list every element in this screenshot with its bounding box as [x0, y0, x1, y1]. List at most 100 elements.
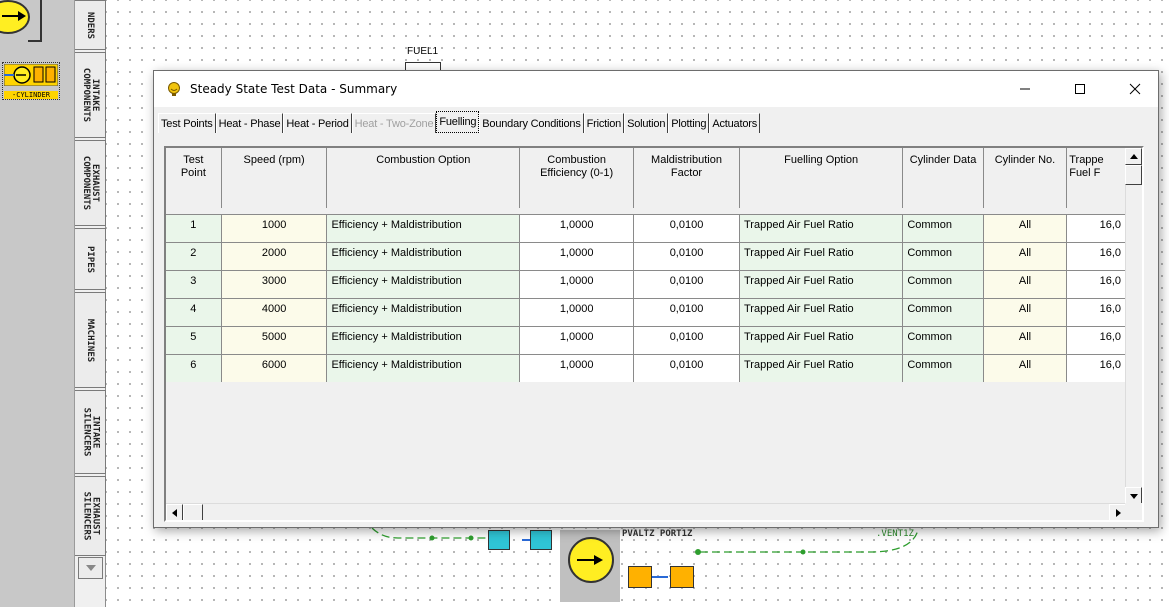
cell-combustion-option[interactable]: Efficiency + Maldistribution	[326, 297, 521, 326]
exhaust-port-component[interactable]	[628, 566, 652, 588]
cell-combustion-efficiency[interactable]: 1,0000	[519, 297, 635, 326]
table-row[interactable]: 5 5000 Efficiency + Maldistribution 1,0000 0…	[166, 325, 1126, 354]
cell-fuelling-option[interactable]: Trapped Air Fuel Ratio	[739, 241, 904, 270]
table-row[interactable]: 3 3000 Efficiency + Maldistribution 1,0000 0…	[166, 269, 1126, 298]
cell-fuelling-option[interactable]: Trapped Air Fuel Ratio	[739, 297, 904, 326]
cell-cylinder-data[interactable]: Common	[902, 353, 984, 382]
table-row[interactable]: 6 6000 Efficiency + Maldistribution 1,0000 0…	[166, 353, 1126, 382]
cell-combustion-option[interactable]: Efficiency + Maldistribution	[326, 325, 521, 354]
tab-heat-period[interactable]: Heat - Period	[283, 113, 352, 133]
close-button[interactable]	[1112, 71, 1158, 107]
col-header-combustion-efficiency[interactable]: Combustion Efficiency (0-1)	[519, 148, 635, 209]
cell-trapped-afr[interactable]: 16,0	[1066, 241, 1126, 270]
scroll-up-button[interactable]	[1125, 148, 1142, 165]
cell-trapped-afr[interactable]: 16,0	[1066, 213, 1126, 242]
scroll-left-button[interactable]	[166, 504, 183, 520]
table-row[interactable]: 2 2000 Efficiency + Maldistribution 1,0000 0…	[166, 241, 1126, 270]
cell-cylinder-no[interactable]: All	[983, 269, 1068, 298]
col-header-combustion-option[interactable]: Combustion Option	[326, 148, 521, 209]
col-header-speed[interactable]: Speed (rpm)	[221, 148, 328, 209]
cell-combustion-efficiency[interactable]: 1,0000	[519, 353, 635, 382]
exhaust-valve-component[interactable]	[670, 566, 694, 588]
triangle-up-icon	[1129, 153, 1138, 159]
cell-fuelling-option[interactable]: Trapped Air Fuel Ratio	[739, 269, 904, 298]
tab-heat-two-zone: Heat - Two-Zone	[351, 113, 437, 133]
cell-speed[interactable]: 1000	[221, 213, 328, 242]
cell-cylinder-data[interactable]: Common	[902, 325, 984, 354]
cell-maldistribution-factor[interactable]: 0,0100	[633, 241, 740, 270]
cell-combustion-option[interactable]: Efficiency + Maldistribution	[326, 213, 521, 242]
minimize-icon	[1020, 88, 1030, 90]
horizontal-scroll-thumb[interactable]	[183, 504, 203, 520]
minimize-button[interactable]	[1002, 71, 1048, 107]
cell-speed[interactable]: 6000	[221, 353, 328, 382]
cell-combustion-option[interactable]: Efficiency + Maldistribution	[326, 353, 521, 382]
maximize-button[interactable]	[1057, 71, 1103, 107]
col-header-test-point[interactable]: Test Point	[166, 148, 222, 209]
cell-speed[interactable]: 2000	[221, 241, 328, 270]
cell-maldistribution-factor[interactable]: 0,0100	[633, 297, 740, 326]
cell-fuelling-option[interactable]: Trapped Air Fuel Ratio	[739, 213, 904, 242]
intake-valve-component[interactable]	[488, 530, 510, 550]
vent-label: .VENT1Z	[876, 529, 914, 539]
cell-combustion-option[interactable]: Efficiency + Maldistribution	[326, 269, 521, 298]
tab-solution[interactable]: Solution	[624, 113, 669, 133]
close-icon	[1129, 83, 1141, 95]
col-header-cylinder-data[interactable]: Cylinder Data	[902, 148, 984, 209]
cell-trapped-afr[interactable]: 16,0	[1066, 353, 1126, 382]
tab-test-points[interactable]: Test Points	[158, 113, 216, 133]
cell-cylinder-no[interactable]: All	[983, 241, 1068, 270]
cell-trapped-afr[interactable]: 16,0	[1066, 269, 1126, 298]
dialog-title: Steady State Test Data - Summary	[190, 82, 398, 96]
cell-speed[interactable]: 4000	[221, 297, 328, 326]
cell-combustion-efficiency[interactable]: 1,0000	[519, 213, 635, 242]
intake-port-component[interactable]	[530, 530, 552, 550]
cell-cylinder-no[interactable]: All	[983, 213, 1068, 242]
cell-speed[interactable]: 3000	[221, 269, 328, 298]
tab-plotting[interactable]: Plotting	[668, 113, 710, 133]
cell-maldistribution-factor[interactable]: 0,0100	[633, 353, 740, 382]
dialog-title-bar[interactable]: Steady State Test Data - Summary	[154, 71, 1158, 107]
tab-heat-phase[interactable]: Heat - Phase	[215, 113, 284, 133]
tab-friction[interactable]: Friction	[583, 113, 625, 133]
col-header-maldistribution-factor[interactable]: Maldistribution Factor	[633, 148, 740, 209]
cell-test-point: 1	[166, 213, 222, 242]
vertical-scroll-thumb[interactable]	[1125, 165, 1142, 185]
dialog-tab-strip: Test Points Heat - Phase Heat - Period H…	[158, 111, 761, 133]
vertical-scrollbar[interactable]	[1125, 148, 1142, 504]
cell-combustion-efficiency[interactable]: 1,0000	[519, 325, 635, 354]
cell-cylinder-data[interactable]: Common	[902, 297, 984, 326]
scroll-down-button[interactable]	[1125, 487, 1142, 504]
cell-cylinder-no[interactable]: All	[983, 325, 1068, 354]
cell-cylinder-data[interactable]: Common	[902, 269, 984, 298]
col-header-cylinder-no[interactable]: Cylinder No.	[983, 148, 1068, 209]
cell-cylinder-no[interactable]: All	[983, 353, 1068, 382]
cell-cylinder-no[interactable]: All	[983, 297, 1068, 326]
triangle-right-icon	[1115, 508, 1121, 517]
cell-maldistribution-factor[interactable]: 0,0100	[633, 325, 740, 354]
cell-cylinder-data[interactable]: Common	[902, 241, 984, 270]
cell-fuelling-option[interactable]: Trapped Air Fuel Ratio	[739, 353, 904, 382]
fuelling-table: Test Point Speed (rpm) Combustion Option …	[166, 148, 1126, 382]
table-row[interactable]: 1 1000 Efficiency + Maldistribution 1,0000 0…	[166, 213, 1126, 242]
cell-combustion-efficiency[interactable]: 1,0000	[519, 269, 635, 298]
col-header-fuelling-option[interactable]: Fuelling Option	[739, 148, 904, 209]
cell-combustion-efficiency[interactable]: 1,0000	[519, 241, 635, 270]
triangle-down-icon	[1129, 493, 1138, 499]
cell-speed[interactable]: 5000	[221, 325, 328, 354]
cell-combustion-option[interactable]: Efficiency + Maldistribution	[326, 241, 521, 270]
tab-boundary-conditions[interactable]: Boundary Conditions	[479, 113, 584, 133]
cell-maldistribution-factor[interactable]: 0,0100	[633, 213, 740, 242]
tab-fuelling[interactable]: Fuelling	[436, 111, 480, 133]
scroll-right-button[interactable]	[1109, 504, 1126, 520]
cell-test-point: 6	[166, 353, 222, 382]
table-row[interactable]: 4 4000 Efficiency + Maldistribution 1,0000 0…	[166, 297, 1126, 326]
cell-fuelling-option[interactable]: Trapped Air Fuel Ratio	[739, 325, 904, 354]
cell-cylinder-data[interactable]: Common	[902, 213, 984, 242]
cell-trapped-afr[interactable]: 16,0	[1066, 297, 1126, 326]
cell-trapped-afr[interactable]: 16,0	[1066, 325, 1126, 354]
tab-actuators[interactable]: Actuators	[709, 113, 761, 133]
horizontal-scrollbar[interactable]	[166, 503, 1126, 520]
col-header-trapped-afr[interactable]: Trappe Fuel F	[1066, 148, 1126, 209]
cell-maldistribution-factor[interactable]: 0,0100	[633, 269, 740, 298]
